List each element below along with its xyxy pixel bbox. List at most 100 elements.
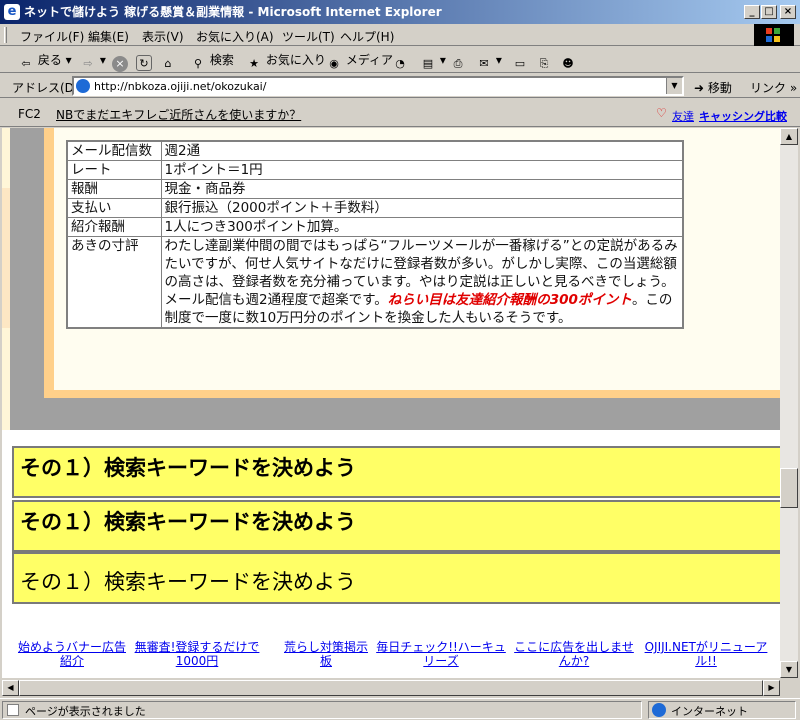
row-value: 1人につき300ポイント加算。 [160,217,684,237]
scroll-down-icon[interactable]: ▼ [780,661,798,678]
windows-logo-icon [754,24,794,46]
keyword-box: その１）検索キーワードを決めよう [12,446,780,498]
back-arrow-icon: ⇦ [21,57,31,70]
footer-link-renewal[interactable]: OJIJI.NETがリニューアル!! [640,640,772,668]
messenger-button[interactable]: ☻ [560,51,576,70]
favorites-button[interactable]: ★ お気に入り [246,51,326,70]
search-icon: ⚲ [193,57,203,70]
keyword-box: その１）検索キーワードを決めよう [12,500,780,552]
fc2-ad-bar: FC2 NBでまだエキフレご近所さんを使いますか？ ♡ 友達 キャッシング比較 [0,99,800,127]
row-value: 週2通 [160,140,684,161]
review-key: あきの寸評 [66,236,162,329]
table-row: レート 1ポイント＝1円 [66,160,684,180]
scroll-left-icon[interactable]: ◀ [2,680,19,696]
stop-button[interactable]: × [112,51,128,72]
research-icon: ⎘ [539,57,549,70]
mail-icon: ✉ [479,57,489,70]
ie-logo-icon[interactable]: e [4,4,20,20]
zone-text: インターネット [671,705,748,718]
footer-link-bbs[interactable]: 荒らし対策掲示板 [282,640,370,668]
links-button[interactable]: リンク » [750,79,797,96]
friend-link[interactable]: 友達 [672,108,694,124]
row-key: 紹介報酬 [66,217,162,237]
history-button[interactable]: ◔ [392,51,408,70]
table-row-review: あきの寸評 わたし達副業仲間の間ではもっぱら“フルーツメールが一番稼げる”との定… [66,236,684,329]
forward-arrow-icon: ⇨ [83,57,93,70]
fc2-ad-link[interactable]: NBでまだエキフレご近所さんを使いますか？ [56,106,301,123]
menu-help[interactable]: ヘルプ(H) [340,28,394,45]
footer-link-banner[interactable]: 始めようバナー広告紹介 [16,640,128,668]
mail-button[interactable]: ✉ ▾ [476,51,501,70]
menu-view[interactable]: 表示(V) [142,28,184,45]
title-bar: e ネットで儲けよう 稼げる懸賞＆副業情報 - Microsoft Intern… [0,0,800,24]
menu-file[interactable]: ファイル(F) [20,28,84,45]
scroll-up-icon[interactable]: ▲ [780,128,798,145]
status-text: ページが表示されました [25,705,146,718]
window-title: ネットで儲けよう 稼げる懸賞＆副業情報 - Microsoft Internet… [24,5,442,19]
vertical-scrollbar[interactable]: ▲ ▼ [780,128,798,678]
status-bar: ページが表示されました インターネット [0,698,800,720]
maximize-button[interactable]: □ [761,5,777,19]
favorites-icon: ★ [249,57,259,70]
print-icon: ⎙ [453,57,463,70]
discuss-button[interactable]: ▭ [512,51,528,70]
table-row: 支払い 銀行振込（2000ポイント＋手数料） [66,198,684,218]
page-viewport: メール配信数 週2通 レート 1ポイント＝1円 報酬 現金・商品券 支払い 銀行… [2,128,780,678]
heart-icon: ♡ [656,106,667,120]
globe-icon [652,703,666,717]
footer-link-hercules[interactable]: 毎日チェック!!ハーキュリーズ [374,640,508,668]
edit-button[interactable]: ▤ ▾ [420,51,446,70]
address-input[interactable]: http://nbkoza.ojiji.net/okozukai/ ▼ [72,76,684,96]
refresh-button[interactable]: ↻ [136,51,152,71]
row-key: 支払い [66,198,162,218]
address-bar: アドレス(D) http://nbkoza.ojiji.net/okozukai… [0,74,800,98]
research-button[interactable]: ⎘ [536,51,552,70]
scroll-right-icon[interactable]: ▶ [763,680,780,696]
status-panel: ページが表示されました [2,701,642,719]
caching-link[interactable]: キャッシング比較 [699,108,787,124]
go-label: 移動 [707,81,732,95]
forward-button[interactable]: ⇨ ▾ [80,51,105,70]
menu-bar: ファイル(F) 編集(E) 表示(V) お気に入り(A) ツール(T) ヘルプ(… [0,24,800,46]
address-dropdown-icon[interactable]: ▼ [666,78,682,94]
address-label: アドレス(D) [12,81,79,95]
minimize-button[interactable]: _ [744,5,760,19]
row-value: 1ポイント＝1円 [160,160,684,180]
address-url[interactable]: http://nbkoza.ojiji.net/okozukai/ [94,80,266,93]
footer-link-register[interactable]: 無審査!登録するだけで1000円 [132,640,262,668]
zone-panel: インターネット [648,701,796,719]
media-button[interactable]: ◉ メディア [326,51,393,70]
menu-tools[interactable]: ツール(T) [282,28,335,45]
media-icon: ◉ [329,57,339,70]
horizontal-scrollbar[interactable]: ◀ ▶ [2,680,780,696]
footer-link-advertise[interactable]: ここに広告を出しませんか? [512,640,636,668]
home-button[interactable]: ⌂ [160,51,176,70]
standard-toolbar: ⇦ 戻る ▾ ⇨ ▾ × ↻ ⌂ ⚲ 検索 ★ お気に入り ◉ メディア ◔ ▤… [0,47,800,73]
menu-edit[interactable]: 編集(E) [88,28,129,45]
media-label: メディア [345,53,393,67]
review-highlight: ねらい目は友達紹介報酬の300ポイント [387,292,632,308]
search-button[interactable]: ⚲ 検索 [190,51,234,70]
table-row: 紹介報酬 1人につき300ポイント加算。 [66,217,684,237]
fruit-mail-info-table: メール配信数 週2通 レート 1ポイント＝1円 報酬 現金・商品券 支払い 銀行… [66,140,684,329]
menu-favorites[interactable]: お気に入り(A) [196,28,274,45]
left-decoration-strip-accent [2,188,10,328]
vertical-scroll-thumb[interactable] [780,468,798,508]
page-icon [76,79,90,93]
horizontal-scroll-thumb[interactable] [19,680,763,696]
go-button[interactable]: ➜ 移動 [694,79,732,96]
toolbar-grip[interactable] [4,27,7,43]
row-key: 報酬 [66,179,162,199]
close-button[interactable]: × [780,5,796,19]
row-key: レート [66,160,162,180]
footer-links: 始めようバナー広告紹介 無審査!登録するだけで1000円 荒らし対策掲示板 毎日… [2,640,780,678]
search-label: 検索 [209,53,234,67]
discuss-icon: ▭ [514,57,526,70]
fc2-brand: FC2 [18,107,41,121]
review-text: わたし達副業仲間の間ではもっぱら“フルーツメールが一番稼げる”との定説があるみた… [160,236,684,329]
print-button[interactable]: ⎙ [450,51,466,70]
edit-icon: ▤ [422,57,434,70]
keyword-heading: その１）検索キーワードを決めよう [20,510,356,534]
back-button[interactable]: ⇦ 戻る ▾ [18,51,71,70]
history-icon: ◔ [395,57,405,70]
